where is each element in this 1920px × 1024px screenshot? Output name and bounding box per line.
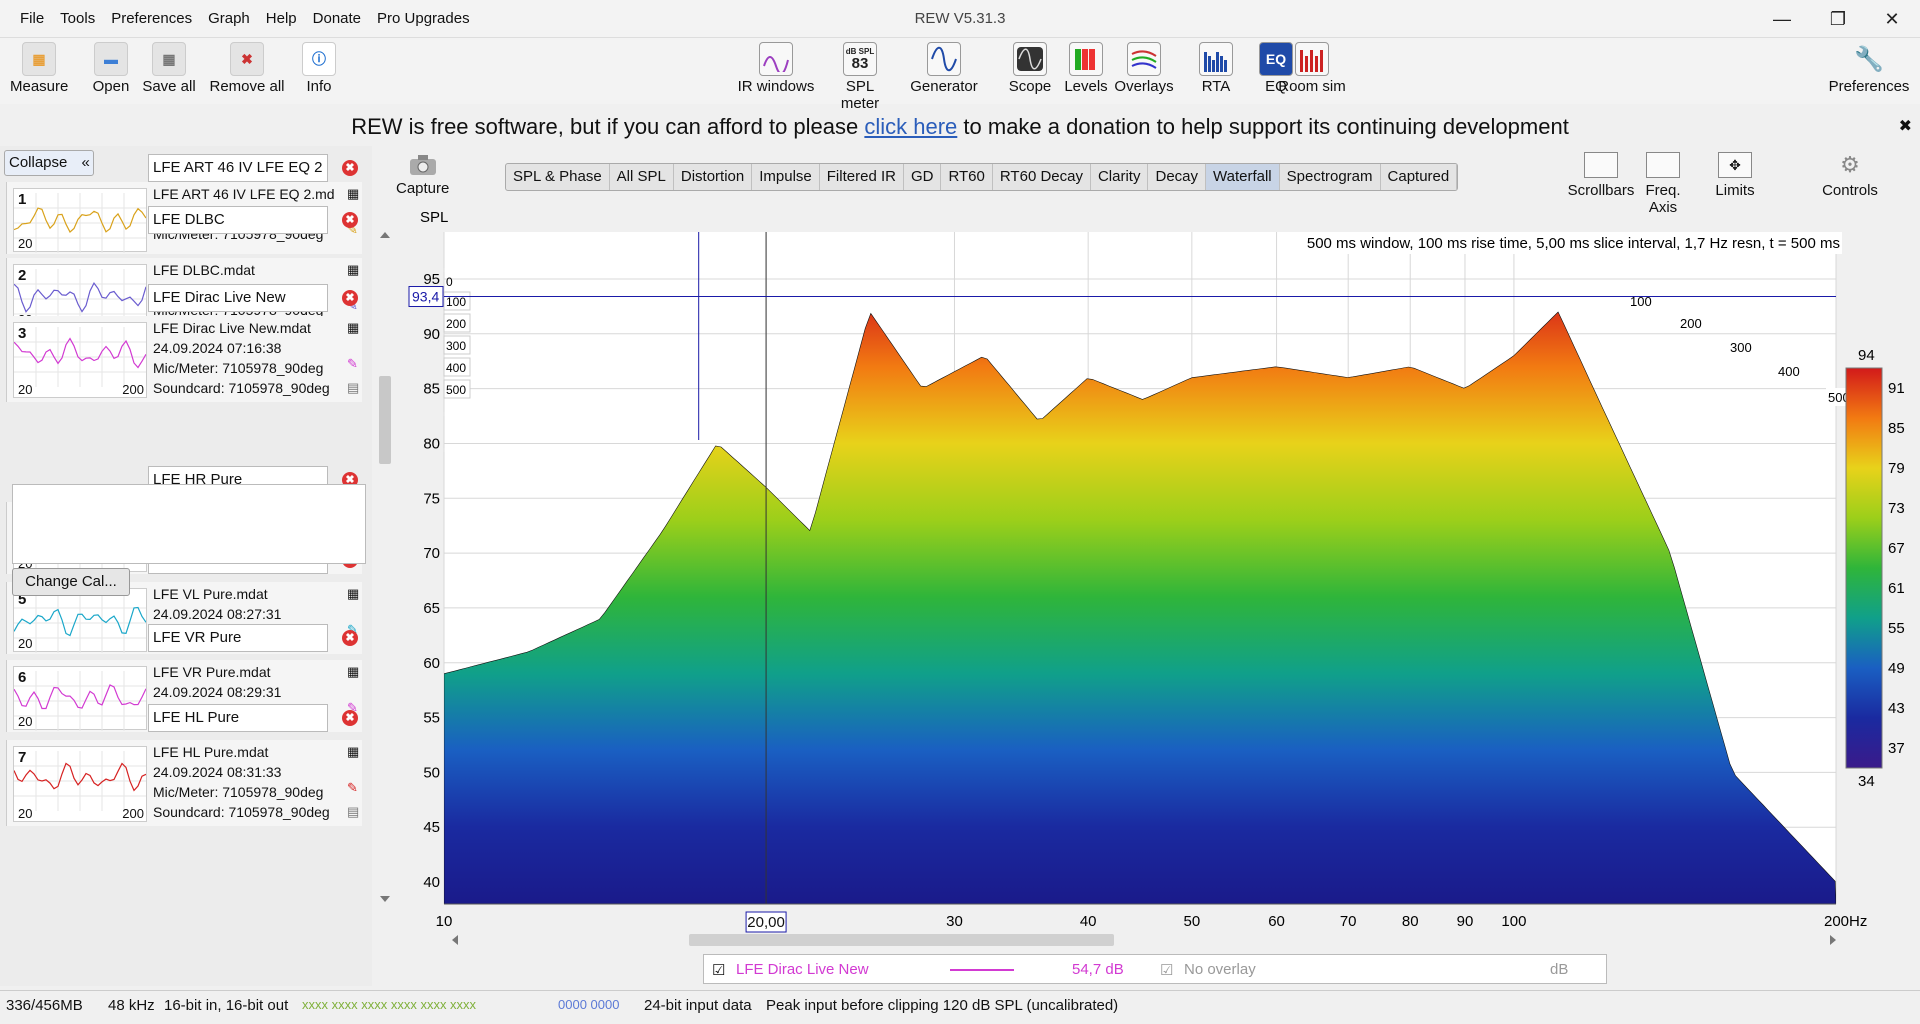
chart-title: 500 ms window, 100 ms rise time, 5,00 ms…: [1307, 235, 1840, 252]
colour-scale-label: 73: [1888, 500, 1905, 517]
input-info: 24-bit input data: [644, 997, 752, 1014]
time-tick-label: 0: [446, 275, 453, 289]
colour-scale-label: 94: [1858, 347, 1875, 364]
colour-scale-label: 79: [1888, 460, 1905, 477]
colour-scale-label: 37: [1888, 740, 1905, 757]
legend-name: LFE Dirac Live New: [736, 961, 869, 978]
y-axis-label: SPL: [420, 209, 448, 226]
time-tick-label: 500: [446, 383, 466, 397]
scroll-left-icon: [452, 935, 458, 945]
memory-usage: 336/456MB: [6, 997, 83, 1014]
scroll-right-icon: [1830, 935, 1836, 945]
cursor-freq-value: 20,00: [747, 914, 785, 931]
colour-scale-label: 67: [1888, 540, 1905, 557]
x-tick-label: 90: [1457, 913, 1474, 930]
y-tick-label: 70: [423, 545, 440, 562]
x-tick-label: 100: [1501, 913, 1526, 930]
y-tick-label: 55: [423, 710, 440, 727]
colour-scale-label: 55: [1888, 620, 1905, 637]
time-tick-label: 200: [1680, 316, 1702, 331]
legend-value: 54,7 dB: [1072, 961, 1124, 978]
colour-scale-label: 49: [1888, 660, 1905, 677]
sample-rate: 48 kHz: [108, 997, 155, 1014]
x-tick-label: 70: [1340, 913, 1357, 930]
colour-scale-label: 85: [1888, 420, 1905, 437]
level-meters: xxxx xxxx xxxx xxxx xxxx xxxx: [302, 997, 477, 1012]
y-tick-label: 90: [423, 326, 440, 343]
x-tick-label: 60: [1268, 913, 1285, 930]
y-tick-label: 75: [423, 490, 440, 507]
legend-swatch: [950, 969, 1014, 971]
colour-scale-label: 61: [1888, 580, 1905, 597]
y-tick-label: 40: [423, 874, 440, 891]
colour-scale-label: 43: [1888, 700, 1905, 717]
x-tick-label: 40: [1080, 913, 1097, 930]
bit-depth: 16-bit in, 16-bit out: [164, 997, 289, 1014]
y-tick-label: 45: [423, 819, 440, 836]
y-tick-label: 65: [423, 600, 440, 617]
y-tick-label: 95: [423, 271, 440, 288]
x-tick-label: 200Hz: [1824, 913, 1867, 930]
time-tick-label: 300: [1730, 340, 1752, 355]
status-bar: 336/456MB 48 kHz 16-bit in, 16-bit out x…: [0, 990, 1920, 1020]
overlay-checkbox[interactable]: ☑: [1160, 961, 1173, 979]
time-tick-label: 400: [1778, 364, 1800, 379]
colour-scale-label: 91: [1888, 380, 1905, 397]
waterfall-chart[interactable]: 95 90 85 80 75 70 65 60 55 50 45 40 10 20,00 30 40 50 60 7…: [0, 0, 1920, 990]
y-tick-label: 50: [423, 764, 440, 781]
legend-checkbox[interactable]: ☑: [712, 961, 725, 979]
hscroll-thumb: [689, 934, 1114, 946]
time-tick-label: 400: [446, 361, 466, 375]
x-tick-label: 50: [1183, 913, 1200, 930]
level-meters-2: 0000 0000: [558, 997, 620, 1012]
colour-scale-label: 34: [1858, 773, 1875, 790]
y-tick-label: 85: [423, 381, 440, 398]
time-tick-label: 100: [446, 295, 466, 309]
horizontal-scrollbar[interactable]: [444, 932, 1844, 948]
colour-scale-bar: [1845, 367, 1883, 769]
y-tick-label: 60: [423, 655, 440, 672]
cursor-spl-value: 93,4: [412, 289, 439, 305]
peak-info: Peak input before clipping 120 dB SPL (u…: [766, 997, 1119, 1014]
x-tick-label: 80: [1402, 913, 1419, 930]
overlay-label: No overlay: [1184, 961, 1256, 978]
x-tick-label: 10: [436, 913, 453, 930]
x-tick-label: 30: [946, 913, 963, 930]
y-tick-label: 80: [423, 435, 440, 452]
time-tick-label: 200: [446, 317, 466, 331]
legend-bar: ☑ LFE Dirac Live New 54,7 dB ☑ No overla…: [703, 954, 1607, 984]
overlay-unit: dB: [1550, 961, 1569, 978]
time-tick-label: 300: [446, 339, 466, 353]
